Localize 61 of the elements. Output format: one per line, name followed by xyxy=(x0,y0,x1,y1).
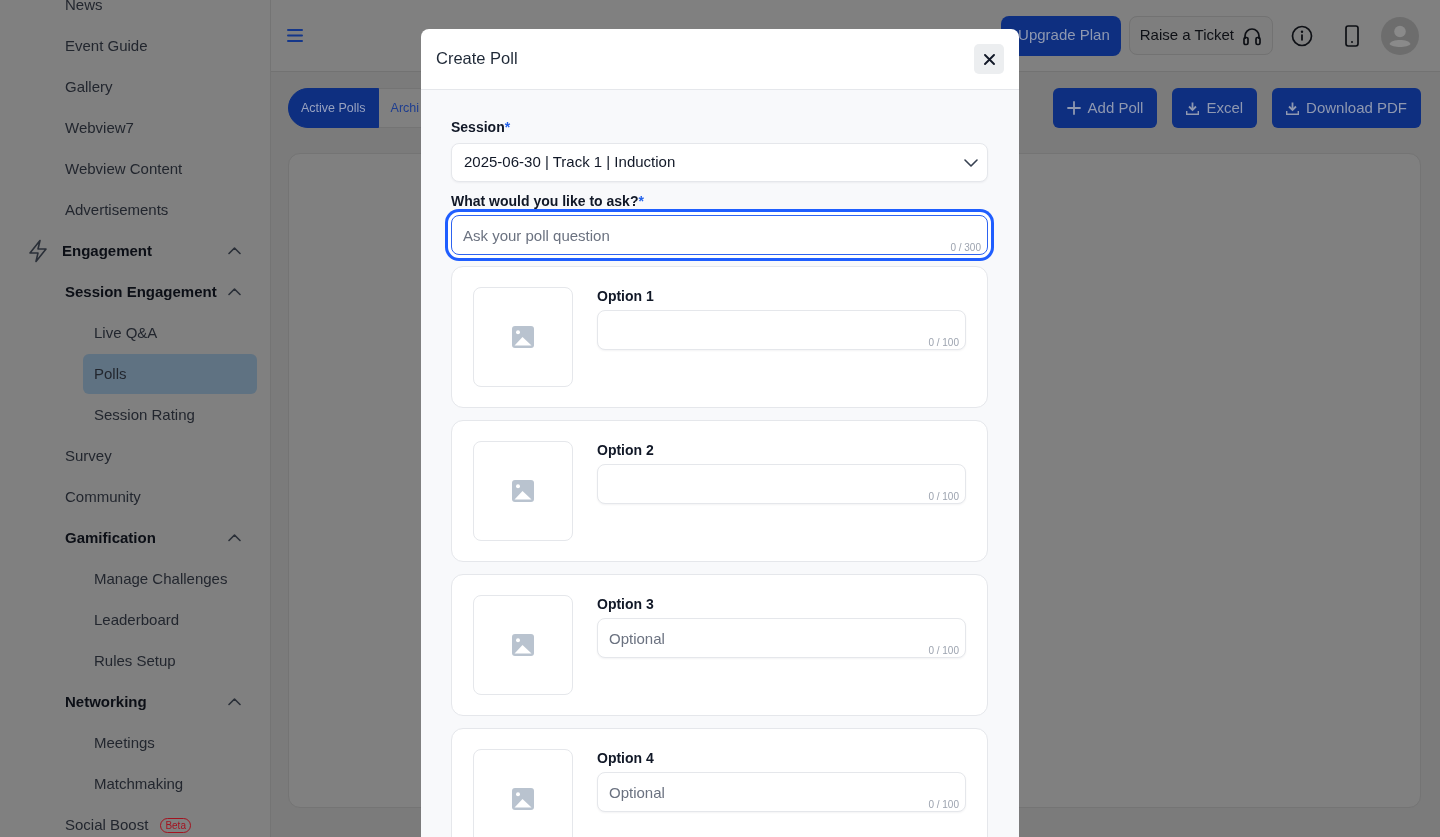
close-icon xyxy=(983,53,995,65)
sidebar-item[interactable]: Survey xyxy=(54,436,257,476)
upgrade-button[interactable]: Upgrade Plan xyxy=(1001,15,1121,56)
sidebar-item[interactable]: Networking xyxy=(54,682,257,722)
field-label: Session* xyxy=(451,119,512,136)
dialog-title: Create Poll xyxy=(436,49,518,69)
download-icon xyxy=(1286,101,1300,115)
sidebar-item[interactable]: Live Q&A xyxy=(83,313,257,353)
sidebar-item[interactable]: News xyxy=(54,0,257,25)
character-counter: 0 / 100 xyxy=(928,491,959,503)
info-icon[interactable] xyxy=(1291,24,1313,47)
sidebar-item[interactable]: Gallery xyxy=(54,67,257,107)
image-icon xyxy=(512,788,534,810)
download-icon xyxy=(1186,101,1200,115)
field-label: Option 3 xyxy=(597,596,655,613)
download-button[interactable]: Excel xyxy=(1172,88,1258,128)
sidebar-item[interactable]: Matchmaking xyxy=(83,764,257,804)
sidebar-item[interactable]: Social Boost Beta xyxy=(54,805,257,837)
avatar-icon[interactable] xyxy=(1381,16,1419,55)
sidebar-item[interactable]: Community xyxy=(54,477,257,517)
ticket-button[interactable]: Raise a Ticket xyxy=(1128,16,1273,55)
sidebar-item[interactable]: Session Rating xyxy=(83,395,257,435)
character-counter: 0 / 300 xyxy=(950,242,981,254)
image-upload-box[interactable] xyxy=(473,287,573,387)
field-label: What would you like to ask?* xyxy=(451,193,645,210)
sidebar-item[interactable]: Event Guide xyxy=(54,26,257,66)
lightning-icon xyxy=(28,239,48,263)
plus-icon xyxy=(1066,101,1081,115)
sidebar-item[interactable]: Advertisements xyxy=(54,190,257,230)
tab[interactable]: Active Polls xyxy=(288,88,379,128)
image-icon xyxy=(512,326,534,348)
sidebar-item[interactable]: Leaderboard xyxy=(83,600,257,640)
menu-icon[interactable] xyxy=(287,29,303,42)
image-icon xyxy=(512,480,534,502)
download-button[interactable]: Download PDF xyxy=(1272,88,1421,128)
field-label: Option 4 xyxy=(597,750,655,767)
close-button[interactable] xyxy=(974,44,1004,74)
session-select[interactable]: 2025-06-30 | Track 1 | Induction xyxy=(451,143,988,182)
image-upload-box[interactable] xyxy=(473,749,573,837)
character-counter: 0 / 100 xyxy=(928,337,959,349)
chevron-down-icon xyxy=(964,159,978,167)
headset-icon xyxy=(1242,25,1262,46)
character-counter: 0 / 100 xyxy=(928,645,959,657)
field-label: Option 1 xyxy=(597,288,655,305)
character-counter: 0 / 100 xyxy=(928,799,959,811)
sidebar-item[interactable]: Gamification xyxy=(54,518,257,558)
sidebar-item[interactable]: Session Engagement xyxy=(54,272,257,312)
field-label: Option 2 xyxy=(597,442,655,459)
sidebar-item[interactable]: Manage Challenges xyxy=(83,559,257,599)
image-upload-box[interactable] xyxy=(473,441,573,541)
sidebar-item[interactable]: Webview7 xyxy=(54,108,257,148)
phone-icon[interactable] xyxy=(1345,24,1359,47)
image-upload-box[interactable] xyxy=(473,595,573,695)
sidebar-item[interactable]: Engagement xyxy=(20,231,257,271)
image-icon xyxy=(512,634,534,656)
sidebar-item[interactable]: Meetings xyxy=(83,723,257,763)
sidebar-item[interactable]: Polls xyxy=(83,354,257,394)
sidebar-item[interactable]: Rules Setup xyxy=(83,641,257,681)
sidebar-item[interactable]: Webview Content xyxy=(54,149,257,189)
tab[interactable]: Archi xyxy=(378,88,423,128)
add-button[interactable]: Add Poll xyxy=(1052,88,1158,128)
